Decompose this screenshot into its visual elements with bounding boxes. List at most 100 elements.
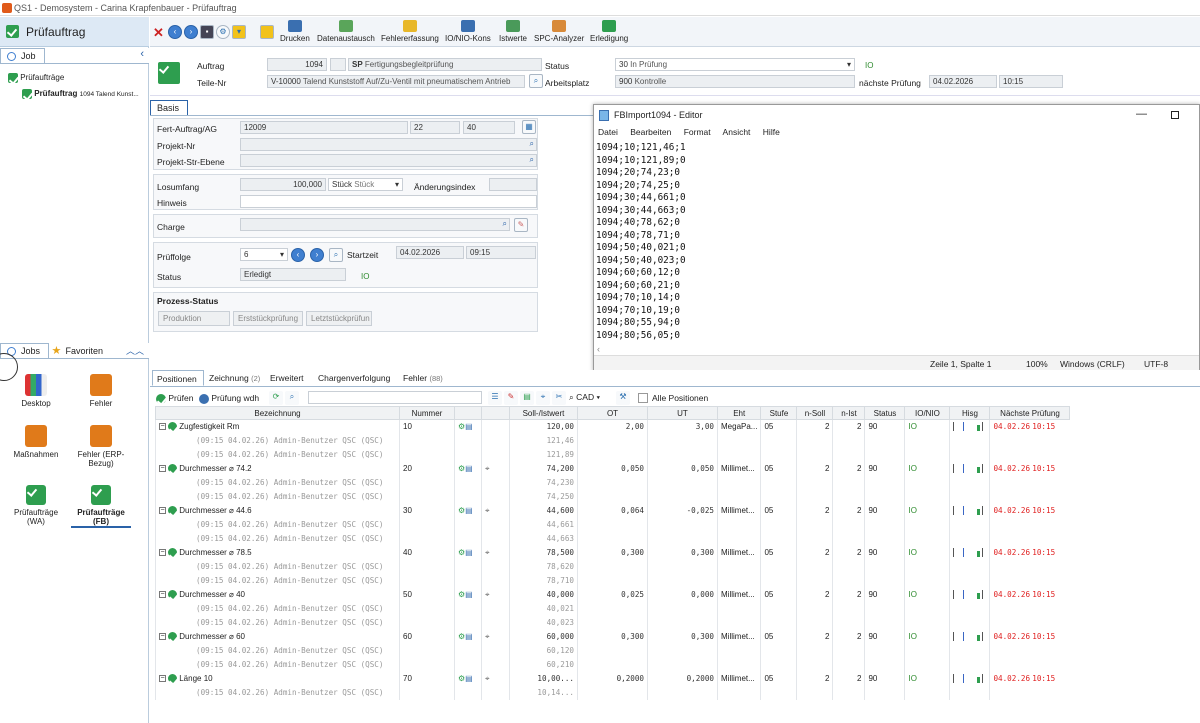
arbeitsplatz-field[interactable]: 900 Kontrolle	[615, 75, 855, 88]
tile-massnahmen[interactable]: Maßnahmen	[6, 425, 66, 459]
letztstueck-button[interactable]: Letztstückprüfun	[306, 311, 372, 326]
start-time-field[interactable]: 09:15	[466, 246, 536, 259]
table-row[interactable]: − Zugfestigkeit Rm 10 ⚙▤ 120,00 2,00 3,00 Mega…	[155, 419, 1070, 434]
aenderung-field[interactable]	[489, 178, 537, 191]
prueffolge-search-icon[interactable]: ⌕	[329, 248, 343, 262]
folder-icon[interactable]	[260, 25, 274, 39]
datenaustausch-button[interactable]: Datenaustausch	[317, 20, 375, 44]
document-icon[interactable]: ▤	[465, 590, 473, 599]
col-nummer[interactable]: Nummer	[399, 406, 455, 420]
pruefen-button[interactable]: Prüfen	[156, 393, 193, 404]
col-stufe[interactable]: Stufe	[760, 406, 798, 420]
pruefung-wdh-button[interactable]: Prüfung wdh	[199, 393, 259, 404]
document-icon[interactable]: ▤	[465, 548, 473, 557]
istwerte-button[interactable]: Istwerte	[499, 20, 527, 44]
stueck-select[interactable]: Stück Stück ▾	[328, 178, 403, 191]
tool-icon[interactable]: ✂	[552, 391, 566, 405]
cad-dropdown[interactable]: ⌕ CAD ▾	[569, 392, 600, 403]
prueffolge-prev-icon[interactable]: ‹	[291, 248, 305, 262]
table-subrow[interactable]: (09:15 04.02.26) Admin-Benutzer QSC (QSC…	[155, 447, 1070, 462]
col-soll-istwert[interactable]: Soll-/Istwert	[509, 406, 578, 420]
menu-format[interactable]: Format	[684, 127, 711, 137]
export-icon[interactable]: ▤	[520, 391, 534, 405]
fert-field-2[interactable]: 22	[410, 121, 460, 134]
erledigung-button[interactable]: Erledigung	[590, 20, 628, 44]
collapse-icon[interactable]: −	[159, 423, 166, 431]
filter-icon[interactable]: ✎	[504, 391, 518, 405]
search-icon[interactable]: ⌕	[530, 155, 534, 165]
projekt-field[interactable]: ⌕	[240, 138, 537, 151]
tab-chargenverfolgung[interactable]: Chargenverfolgung	[318, 370, 390, 386]
fert-lookup-icon[interactable]: ▦	[522, 120, 536, 134]
menu-datei[interactable]: Datei	[598, 127, 618, 137]
table-subrow[interactable]: (09:15 04.02.26) Admin-Benutzer QSC (QSC…	[155, 615, 1070, 630]
positions-search-input[interactable]	[308, 391, 482, 404]
list-icon[interactable]: ☰	[488, 391, 502, 405]
col-eht[interactable]: Eht	[716, 406, 762, 420]
tile-fehler[interactable]: Fehler	[71, 374, 131, 408]
collapse-left-icon[interactable]: ‹	[140, 48, 144, 60]
collapse-icon[interactable]: −	[159, 549, 166, 557]
produktion-button[interactable]: Produktion	[158, 311, 230, 326]
col-ut[interactable]: UT	[647, 406, 718, 420]
collapse-icon[interactable]: −	[159, 675, 166, 683]
table-subrow[interactable]: (09:15 04.02.26) Admin-Benutzer QSC (QSC…	[155, 489, 1070, 504]
table-subrow[interactable]: (09:15 04.02.26) Admin-Benutzer QSC (QSC…	[155, 643, 1070, 658]
table-row[interactable]: − Durchmesser ⌀ 44.6 30 ⚙▤ ⌖ 44,600 0,064 -0,0…	[155, 503, 1070, 518]
col-naechste-pruefung[interactable]: Nächste Prüfung	[989, 406, 1071, 420]
col-n-ist[interactable]: n-Ist	[832, 406, 866, 420]
naechste-time-field[interactable]: 10:15	[999, 75, 1063, 88]
table-subrow[interactable]: (09:15 04.02.26) Admin-Benutzer QSC (QSC…	[155, 601, 1070, 616]
auftrag-type-field[interactable]: SP Fertigungsbegleitprüfung	[348, 58, 542, 71]
document-icon[interactable]: ▤	[465, 464, 473, 473]
minimize-icon[interactable]: —	[1136, 108, 1147, 120]
teile-field[interactable]: V-10000 Talend Kunststoff Auf/Zu-Ventil …	[267, 75, 525, 88]
tree-item-pruefauftraege[interactable]: Prüfaufträge	[8, 70, 139, 86]
col-hisg[interactable]: Hisg	[949, 406, 991, 420]
search-icon[interactable]: ⌕	[530, 139, 534, 149]
caliper-icon[interactable]: ⌖	[485, 590, 490, 599]
collapse-icon[interactable]: −	[159, 465, 166, 473]
caliper-icon[interactable]: ⌖	[485, 464, 490, 473]
note-icon[interactable]: ▾	[232, 25, 246, 39]
erststueck-button[interactable]: Erststückprüfung	[233, 311, 303, 326]
col-n-soll[interactable]: n-Soll	[796, 406, 834, 420]
scroll-left-icon[interactable]: ‹	[597, 344, 600, 354]
prev-icon[interactable]: ‹	[168, 25, 182, 39]
tab-favoriten[interactable]: ★ Favoriten	[52, 345, 104, 357]
menu-ansicht[interactable]: Ansicht	[723, 127, 751, 137]
tab-fehler[interactable]: Fehler (88)	[403, 370, 443, 386]
maximize-icon[interactable]	[1171, 111, 1179, 119]
wrench-icon[interactable]: ⚒	[616, 391, 630, 405]
document-icon[interactable]: ▤	[465, 674, 473, 683]
search-icon[interactable]: ⌕	[503, 219, 507, 229]
auftrag-sub-field[interactable]	[330, 58, 346, 71]
table-subrow[interactable]: (09:15 04.02.26) Admin-Benutzer QSC (QSC…	[155, 573, 1070, 588]
teile-lookup-icon[interactable]: ⌕	[529, 74, 543, 88]
io-nio-kons-button[interactable]: IO/NIO-Kons	[445, 20, 491, 44]
projekt-str-field[interactable]: ⌕	[240, 154, 537, 167]
expand-icon[interactable]: ︿︿	[126, 344, 144, 357]
next-icon[interactable]: ›	[184, 25, 198, 39]
caliper-icon[interactable]: ⌖	[485, 674, 490, 683]
notepad-text-area[interactable]: 1094;10;121,46;1 1094;10;121,89;0 1094;2…	[594, 141, 1199, 353]
document-icon[interactable]: ▤	[465, 422, 473, 431]
spc-analyzer-button[interactable]: SPC-Analyzer	[534, 20, 584, 44]
status-select[interactable]: 30 In Prüfung ▾	[615, 58, 855, 71]
collapse-icon[interactable]: −	[159, 591, 166, 599]
measure-icon[interactable]: ⌖	[536, 391, 550, 405]
table-subrow[interactable]: (09:15 04.02.26) Admin-Benutzer QSC (QSC…	[155, 559, 1070, 574]
prueffolge-select[interactable]: 6 ▾	[240, 248, 288, 261]
menu-hilfe[interactable]: Hilfe	[763, 127, 780, 137]
alle-positionen-checkbox[interactable]	[638, 393, 648, 403]
tab-positionen[interactable]: Positionen	[152, 370, 204, 386]
caliper-icon[interactable]: ⌖	[485, 548, 490, 557]
table-row[interactable]: − Durchmesser ⌀ 40 50 ⚙▤ ⌖ 40,000 0,025 0,000 M…	[155, 587, 1070, 602]
caliper-icon[interactable]: ⌖	[485, 632, 490, 641]
drucken-button[interactable]: Drucken	[280, 20, 310, 44]
collapse-icon[interactable]: −	[159, 507, 166, 515]
col-io-nio[interactable]: IO/NIO	[904, 406, 951, 420]
table-subrow[interactable]: (09:15 04.02.26) Admin-Benutzer QSC (QSC…	[155, 475, 1070, 490]
col-bezeichnung[interactable]: Bezeichnung	[155, 406, 400, 420]
menu-bearbeiten[interactable]: Bearbeiten	[630, 127, 671, 137]
